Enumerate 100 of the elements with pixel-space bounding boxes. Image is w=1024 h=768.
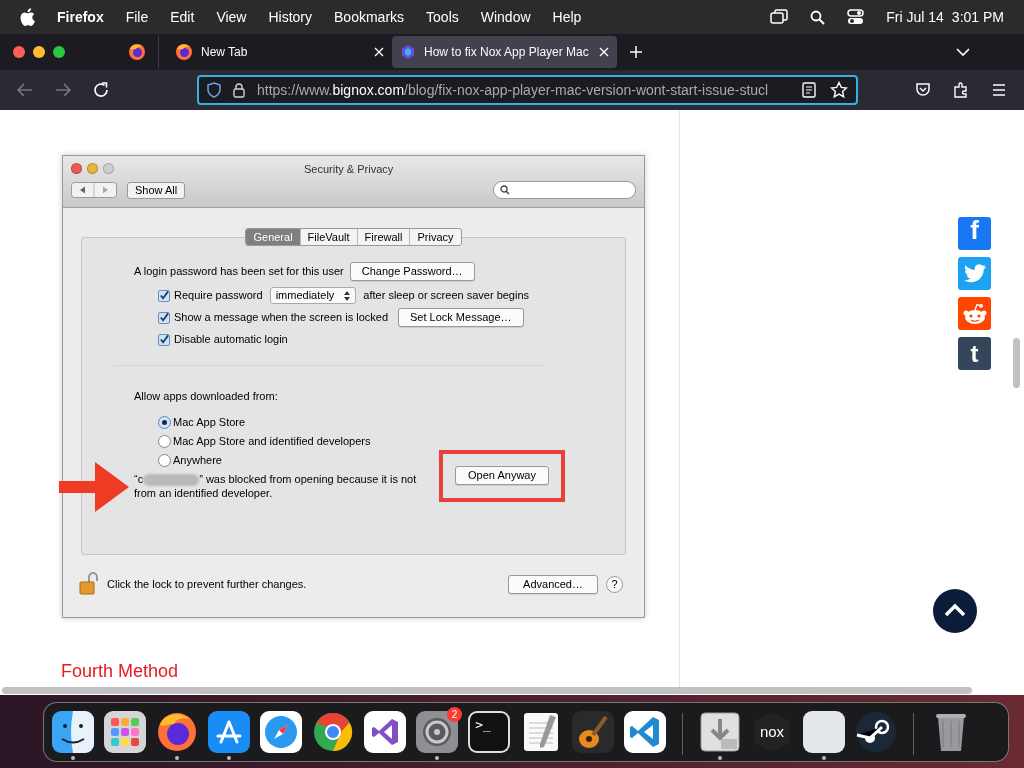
reload-icon[interactable]: [92, 81, 110, 99]
segmented-tab[interactable]: FileVault: [299, 229, 357, 245]
search-field[interactable]: [493, 181, 636, 199]
search-icon[interactable]: [810, 9, 826, 25]
radio-button[interactable]: [158, 453, 171, 467]
advanced-button[interactable]: Advanced…: [508, 574, 598, 594]
back-to-top-button[interactable]: [933, 589, 977, 633]
dock-app-icon[interactable]: [104, 711, 146, 753]
star-icon[interactable]: [830, 81, 848, 99]
segmented-tab[interactable]: Privacy: [409, 229, 461, 245]
new-tab-icon[interactable]: [629, 45, 643, 59]
dock-app-icon[interactable]: [803, 711, 845, 753]
reader-view-icon[interactable]: [800, 81, 818, 99]
dialog-title: Security & Privacy: [304, 162, 394, 177]
help-button[interactable]: ?: [606, 575, 623, 593]
radio-button[interactable]: [158, 434, 171, 448]
stepper-icon: [344, 290, 351, 301]
toggles-icon[interactable]: [847, 9, 865, 25]
change-password-button[interactable]: Change Password…: [349, 262, 475, 281]
menu-item[interactable]: Edit: [170, 6, 195, 28]
checkbox-label[interactable]: Show a message when the screen is locked: [174, 309, 388, 326]
menu-item[interactable]: History: [268, 6, 313, 28]
dock-app-icon[interactable]: [208, 711, 250, 753]
url-text: https://www.bignox.com/blog/fix-nox-app-player-mac-version-wont-start-issue-stucl: [257, 80, 770, 100]
set-lock-message-button[interactable]: Set Lock Message…: [398, 308, 524, 327]
back-forward-buttons[interactable]: [71, 182, 117, 198]
lock-hint-text: Click the lock to prevent further changes.: [107, 576, 307, 592]
hexagon-icon: [400, 44, 416, 60]
close-icon[interactable]: [599, 47, 609, 57]
allow-apps-label: Allow apps downloaded from:: [134, 389, 279, 404]
browser-tab[interactable]: New Tab: [167, 36, 392, 68]
lock-icon[interactable]: [233, 82, 245, 98]
segmented-tab[interactable]: General: [246, 229, 300, 245]
checkbox[interactable]: [158, 289, 170, 302]
back-icon[interactable]: [16, 81, 34, 99]
checkbox[interactable]: [158, 311, 170, 324]
menu-item[interactable]: Tools: [426, 6, 459, 28]
window-control[interactable]: [53, 46, 65, 58]
vertical-scrollbar[interactable]: [1013, 338, 1020, 388]
radio-button[interactable]: [158, 415, 171, 429]
open-anyway-button[interactable]: Open Anyway: [455, 466, 549, 485]
padlock-icon[interactable]: [79, 572, 101, 596]
checkbox-label[interactable]: Disable automatic login: [174, 331, 288, 348]
menu-item[interactable]: View: [216, 6, 247, 28]
dock-app-icon[interactable]: [364, 711, 406, 753]
checkbox[interactable]: [158, 333, 170, 346]
browser-tab[interactable]: How to fix Nox App Player Mac: [392, 36, 617, 68]
tab-title: How to fix Nox App Player Mac: [424, 44, 590, 61]
window-control[interactable]: [33, 46, 45, 58]
menu-item[interactable]: Window: [480, 6, 531, 28]
windows-icon[interactable]: [770, 9, 789, 25]
password-status-text: A login password has been set for this user: [134, 264, 344, 280]
pocket-icon[interactable]: [914, 81, 932, 99]
dock-app-icon[interactable]: [312, 711, 354, 753]
shield-icon[interactable]: [207, 82, 221, 98]
chevron-down-icon[interactable]: [956, 47, 970, 57]
segmented-tab[interactable]: Firewall: [356, 229, 410, 245]
dock-app-icon[interactable]: nox: [751, 711, 793, 753]
apple-icon[interactable]: [20, 8, 35, 26]
forward-icon[interactable]: [54, 81, 72, 99]
notification-badge: 2: [447, 707, 462, 722]
bird-icon: [962, 263, 987, 284]
blocked-message: “c ” was blocked from opening because it is not from an identified developer.: [134, 471, 418, 500]
dock-app-icon[interactable]: [156, 711, 198, 753]
menu-icon[interactable]: [990, 81, 1008, 99]
dock-app-icon[interactable]: [416, 711, 458, 753]
window-control[interactable]: [13, 46, 25, 58]
search-icon: [500, 185, 510, 195]
facebook-share-button[interactable]: f: [958, 217, 991, 250]
arrow-annotation: [59, 462, 129, 512]
dock-app-icon[interactable]: [699, 711, 741, 753]
extensions-icon[interactable]: [952, 81, 970, 99]
section-heading: Fourth Method: [61, 660, 180, 683]
tab-title: New Tab: [201, 44, 249, 61]
radio-label[interactable]: Anywhere: [173, 451, 222, 469]
reddit-share-button[interactable]: [958, 297, 991, 330]
address-bar[interactable]: https://www.bignox.com/blog/fix-nox-app-player-mac-version-wont-start-issue-stucl: [197, 75, 858, 105]
menu-item[interactable]: File: [125, 6, 149, 28]
dock-app-icon[interactable]: [260, 711, 302, 753]
menu-app-name[interactable]: Firefox: [57, 6, 104, 28]
checkbox-label[interactable]: Require password: [174, 287, 263, 304]
radio-label[interactable]: Mac App Store: [173, 413, 246, 431]
dock-app-icon[interactable]: [855, 711, 897, 753]
menu-time[interactable]: 3:01 PM: [951, 6, 1004, 28]
tumblr-share-button[interactable]: t: [958, 337, 991, 370]
horizontal-scrollbar[interactable]: [2, 687, 972, 694]
alien-icon: [961, 302, 988, 325]
dock-app-icon[interactable]: >_: [468, 711, 510, 753]
radio-label[interactable]: Mac App Store and identified developers: [173, 432, 371, 450]
twitter-share-button[interactable]: [958, 257, 991, 290]
dropdown[interactable]: immediately: [269, 287, 357, 304]
menu-item[interactable]: Help: [552, 6, 582, 28]
show-all-button[interactable]: Show All: [127, 181, 186, 199]
dock-app-icon[interactable]: [52, 711, 94, 753]
menu-date[interactable]: Fri Jul 14: [886, 6, 944, 28]
menu-item[interactable]: Bookmarks: [334, 6, 405, 28]
dock-app-icon[interactable]: [572, 711, 614, 753]
option-text: after sleep or screen saver begins: [363, 288, 530, 304]
close-icon[interactable]: [374, 47, 384, 57]
dock-app-icon[interactable]: [624, 711, 666, 753]
